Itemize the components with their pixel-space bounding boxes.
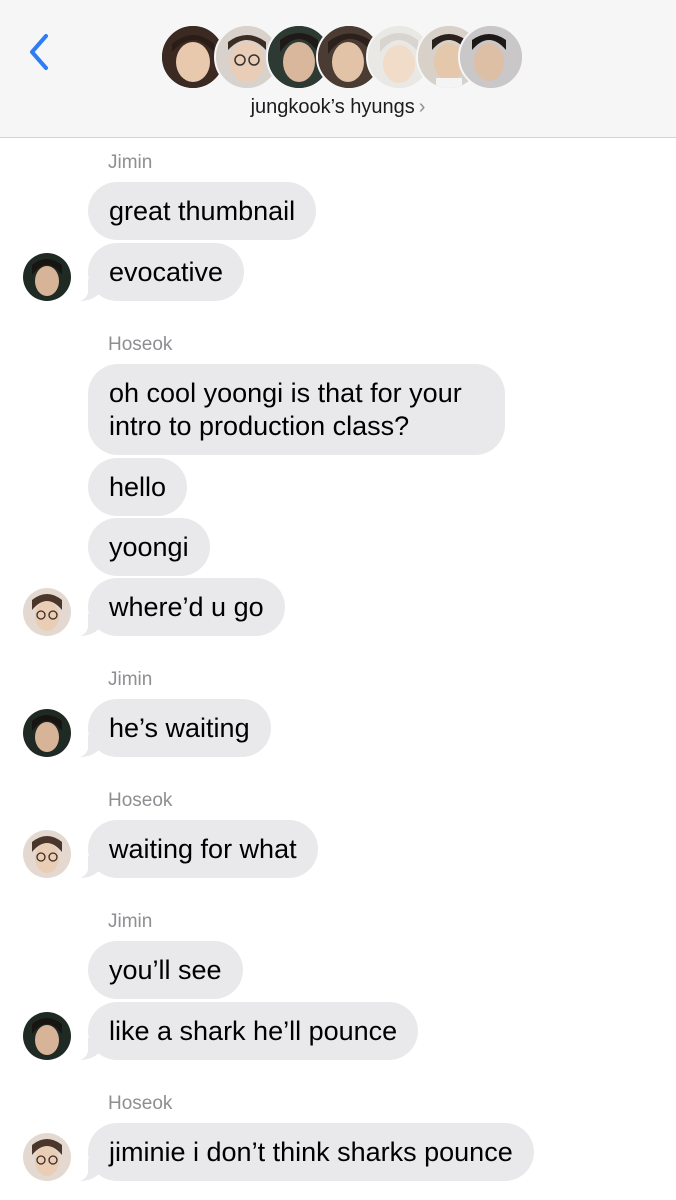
message-bubble[interactable]: yoongi — [88, 518, 210, 576]
sender-name: Jimin — [108, 152, 153, 173]
avatar-jimin[interactable] — [23, 253, 71, 301]
conversation-header: jungkook’s hyungs › — [0, 0, 676, 138]
message-bubble[interactable]: you’ll see — [88, 941, 243, 999]
back-button[interactable] — [20, 30, 60, 74]
group-name-label: jungkook’s hyungs — [250, 96, 415, 118]
message-text: jiminie i don’t think sharks pounce — [109, 1137, 513, 1167]
message-bubble[interactable]: jiminie i don’t think sharks pounce — [80, 1123, 534, 1181]
avatar-jimin[interactable] — [23, 709, 71, 757]
bubble-tail — [80, 1038, 102, 1060]
chevron-left-icon — [30, 34, 48, 70]
message-bubble[interactable]: where’d u go — [80, 578, 285, 636]
message-text: hello — [109, 472, 167, 502]
member-avatar — [458, 24, 524, 90]
bubble-tail — [80, 856, 102, 878]
sender-name: Jimin — [108, 911, 153, 932]
bubble-tail — [80, 279, 102, 301]
message-bubble[interactable]: oh cool yoongi is that for your intro to… — [88, 364, 505, 455]
bubble-tail — [80, 735, 102, 757]
message-text: evocative — [109, 257, 224, 287]
avatar-hoseok[interactable] — [23, 830, 71, 878]
message-text: you’ll see — [109, 955, 222, 985]
group-name[interactable]: jungkook’s hyungs › — [0, 96, 676, 119]
message-text: where’d u go — [109, 592, 264, 622]
message-text: waiting for what — [109, 834, 297, 864]
message-text: oh cool yoongi is that for your intro to… — [109, 378, 462, 441]
message-bubble[interactable]: great thumbnail — [88, 182, 317, 240]
message-text: he’s waiting — [109, 713, 250, 743]
avatar-hoseok[interactable] — [23, 1133, 71, 1181]
sender-name: Hoseok — [108, 1093, 173, 1114]
bubble-tail — [80, 1159, 102, 1181]
message-bubble[interactable]: evocative — [80, 243, 245, 301]
message-text: yoongi — [109, 532, 189, 562]
message-text: like a shark he’ll pounce — [109, 1016, 398, 1046]
sender-name: Hoseok — [108, 334, 173, 355]
bubble-tail — [80, 614, 102, 636]
message-bubble[interactable]: like a shark he’ll pounce — [80, 1002, 419, 1060]
message-bubble[interactable]: hello — [88, 458, 188, 516]
avatar-hoseok[interactable] — [23, 588, 71, 636]
group-avatars[interactable] — [160, 24, 524, 92]
chevron-right-icon: › — [418, 96, 426, 118]
message-thread[interactable]: Jimin great thumbnail evocative Hoseok o… — [0, 138, 676, 1200]
avatar-jimin[interactable] — [23, 1012, 71, 1060]
message-bubble[interactable]: waiting for what — [80, 820, 318, 878]
message-bubble[interactable]: he’s waiting — [80, 699, 271, 757]
sender-name: Hoseok — [108, 790, 173, 811]
message-text: great thumbnail — [109, 196, 296, 226]
sender-name: Jimin — [108, 669, 153, 690]
